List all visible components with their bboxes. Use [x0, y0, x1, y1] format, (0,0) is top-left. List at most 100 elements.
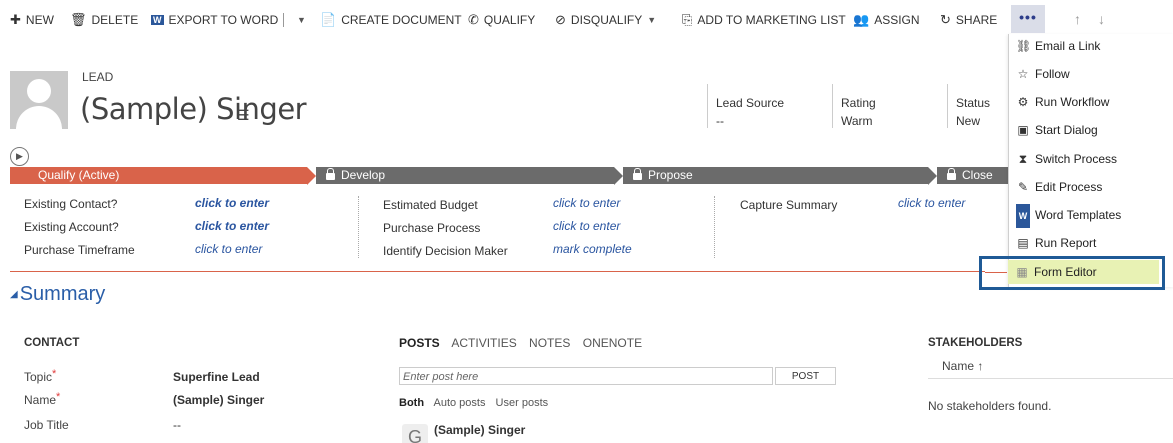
divider	[947, 84, 948, 128]
arrow-down-icon[interactable]: ↓	[1098, 11, 1105, 27]
stage-chevron	[614, 167, 623, 185]
process-toggle-icon[interactable]: ▶	[10, 147, 29, 166]
menu-item-follow[interactable]: ☆ Follow	[1009, 62, 1173, 86]
name-value[interactable]: (Sample) Singer	[173, 393, 264, 407]
menu-item-start-dialog[interactable]: ▣ Start Dialog	[1009, 118, 1173, 142]
link-icon: ⛓	[1016, 39, 1032, 53]
social-tabs: POSTS ACTIVITIES NOTES ONENOTE	[399, 336, 651, 350]
more-commands-button[interactable]: •••	[1011, 5, 1045, 33]
lock-icon	[633, 168, 642, 180]
menu-item-run-report[interactable]: ▤ Run Report	[1009, 231, 1173, 255]
capture-summary-label: Capture Summary	[740, 198, 838, 212]
estimated-budget-value[interactable]: click to enter	[553, 196, 620, 210]
menu-item-run-workflow[interactable]: ⚙ Run Workflow	[1009, 90, 1173, 114]
avatar-body	[16, 106, 62, 129]
stage-close[interactable]: Close	[937, 167, 1009, 184]
word-icon: W	[151, 15, 164, 25]
capture-summary-value[interactable]: click to enter	[898, 196, 965, 210]
chevron-down-icon: ▼	[297, 15, 306, 25]
filter-both[interactable]: Both	[399, 397, 424, 409]
plus-icon: ✚	[10, 12, 21, 27]
post-input[interactable]: Enter post here	[399, 367, 773, 385]
dialog-icon: ▣	[1017, 123, 1029, 137]
disqualify-icon: ⊘	[555, 12, 566, 27]
section-summary[interactable]: ◢ Summary	[10, 283, 105, 306]
pencil-icon: ✎	[1017, 180, 1029, 194]
stakeholders-name-column[interactable]: Name ↑	[928, 359, 1173, 379]
existing-account-label: Existing Account?	[24, 220, 119, 234]
tab-notes[interactable]: NOTES	[529, 336, 570, 350]
add-to-marketing-list-button[interactable]: ⎘ ADD TO MARKETING LIST	[682, 11, 846, 29]
purchase-process-value[interactable]: click to enter	[553, 219, 620, 233]
stage-chevron	[928, 167, 937, 185]
stakeholders-empty-message: No stakeholders found.	[928, 399, 1052, 413]
tab-posts[interactable]: POSTS	[399, 336, 440, 350]
trash-icon: 🗑	[70, 12, 87, 27]
post-button[interactable]: POST	[775, 367, 836, 385]
export-to-word-button[interactable]: W EXPORT TO WORD	[151, 11, 278, 29]
post-filters: Both Auto posts User posts	[399, 397, 555, 409]
document-icon: 📄	[320, 12, 337, 27]
form-selector-icon[interactable]: ☰	[237, 107, 250, 124]
stage-develop[interactable]: Develop	[316, 167, 614, 184]
assign-button[interactable]: 👥 ASSIGN	[853, 11, 920, 29]
contact-heading: CONTACT	[24, 337, 80, 349]
process-underline	[10, 271, 985, 272]
marketing-list-icon: ⎘	[682, 12, 693, 27]
filter-auto-posts[interactable]: Auto posts	[434, 397, 486, 409]
switch-process-icon: ⧗	[1018, 152, 1028, 166]
command-bar: ✚ NEW 🗑 DELETE W EXPORT TO WORD ▼ 📄 CREATE D…	[0, 0, 1173, 38]
stakeholders-heading: STAKEHOLDERS	[928, 337, 1023, 349]
menu-item-email-a-link[interactable]: ⛓ Email a Link	[1009, 34, 1173, 58]
assign-icon: 👥	[853, 12, 870, 27]
topic-label: Topic*	[24, 368, 57, 384]
avatar-head	[27, 79, 51, 103]
lock-icon	[947, 168, 956, 180]
lock-icon	[326, 168, 335, 180]
stage-chevron	[307, 167, 316, 185]
delete-button[interactable]: 🗑 DELETE	[70, 11, 138, 29]
status-label: Status	[956, 96, 991, 110]
create-document-button[interactable]: 📄 CREATE DOCUMENT	[320, 11, 462, 29]
avatar[interactable]	[10, 71, 68, 129]
tab-onenote[interactable]: ONENOTE	[583, 336, 642, 350]
stage-propose[interactable]: Propose	[623, 167, 928, 184]
rating-label: Rating	[841, 96, 876, 110]
lead-source-value[interactable]: --	[716, 114, 724, 128]
workflow-icon: ⚙	[1017, 95, 1029, 109]
tab-activities[interactable]: ACTIVITIES	[451, 336, 516, 350]
purchase-timeframe-value[interactable]: click to enter	[195, 242, 262, 256]
identify-decision-maker-label: Identify Decision Maker	[383, 244, 508, 258]
existing-contact-value[interactable]: click to enter	[195, 196, 269, 210]
job-title-value[interactable]: --	[173, 418, 181, 432]
qualify-button[interactable]: ✆ QUALIFY	[468, 11, 535, 29]
purchase-process-label: Purchase Process	[383, 221, 481, 235]
export-dropdown-caret[interactable]: ▼	[292, 11, 306, 29]
stage-qualify[interactable]: Qualify (Active)	[10, 167, 307, 184]
share-button[interactable]: ↻ SHARE	[940, 11, 997, 29]
job-title-label: Job Title	[24, 418, 69, 432]
divider	[714, 196, 716, 258]
divider	[358, 196, 360, 258]
highlight-frame	[979, 256, 1165, 290]
menu-item-word-templates[interactable]: W Word Templates	[1009, 203, 1173, 228]
estimated-budget-label: Estimated Budget	[383, 198, 478, 212]
disqualify-button[interactable]: ⊘ DISQUALIFY ▼	[555, 11, 656, 29]
arrow-up-icon[interactable]: ↑	[1074, 11, 1081, 27]
report-icon: ▤	[1017, 236, 1029, 250]
status-value[interactable]: New	[956, 114, 980, 128]
topic-value[interactable]: Superfine Lead	[173, 370, 260, 384]
divider	[707, 84, 708, 128]
new-button[interactable]: ✚ NEW	[10, 11, 54, 29]
menu-item-switch-process[interactable]: ⧗ Switch Process	[1009, 147, 1173, 171]
post-avatar-icon: G	[402, 424, 428, 443]
identify-decision-maker-value[interactable]: mark complete	[553, 242, 632, 256]
menu-item-edit-process[interactable]: ✎ Edit Process	[1009, 175, 1173, 199]
existing-account-value[interactable]: click to enter	[195, 219, 269, 233]
post-author[interactable]: (Sample) Singer	[434, 423, 525, 437]
filter-user-posts[interactable]: User posts	[496, 397, 549, 409]
chevron-down-icon: ▼	[647, 15, 657, 25]
rating-value[interactable]: Warm	[841, 114, 873, 128]
separator	[283, 13, 284, 27]
name-label: Name*	[24, 391, 61, 407]
